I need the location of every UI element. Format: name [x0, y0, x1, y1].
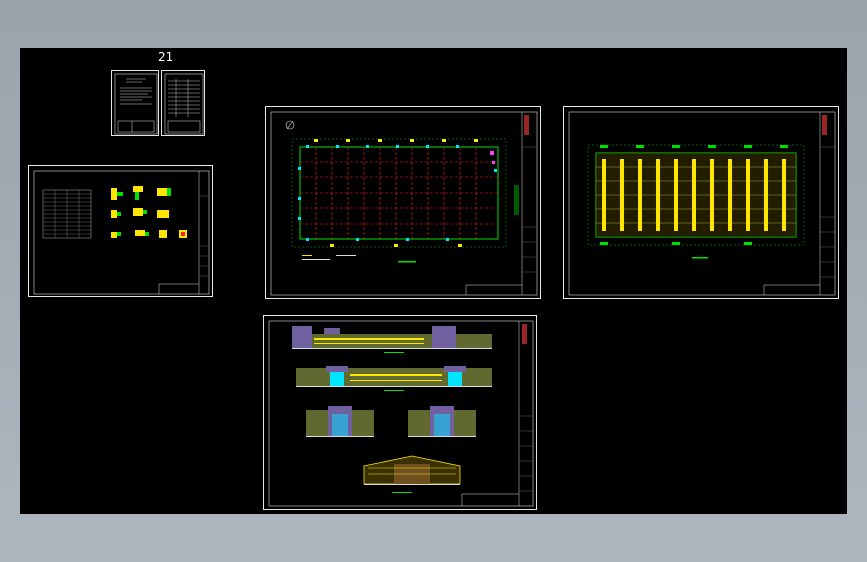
roof-plan-content — [568, 111, 836, 296]
elevations-sheet[interactable] — [263, 315, 537, 510]
floor-plan-sheet[interactable] — [265, 106, 541, 299]
cover-sheet-1[interactable] — [111, 70, 159, 136]
cover-sheet-2[interactable] — [161, 70, 205, 136]
model-space-canvas[interactable]: 21 — [20, 48, 847, 514]
elevations-content — [268, 320, 534, 507]
sheet-index-label: 21 — [158, 50, 174, 64]
cover-sheet-2-content — [164, 73, 204, 135]
details-sheet[interactable] — [28, 165, 213, 297]
roof-plan-sheet[interactable] — [563, 106, 839, 299]
details-sheet-content — [33, 170, 210, 295]
cover-sheet-1-content — [114, 73, 158, 135]
cad-viewport[interactable]: 21 — [0, 0, 867, 562]
floor-plan-content — [270, 111, 538, 296]
